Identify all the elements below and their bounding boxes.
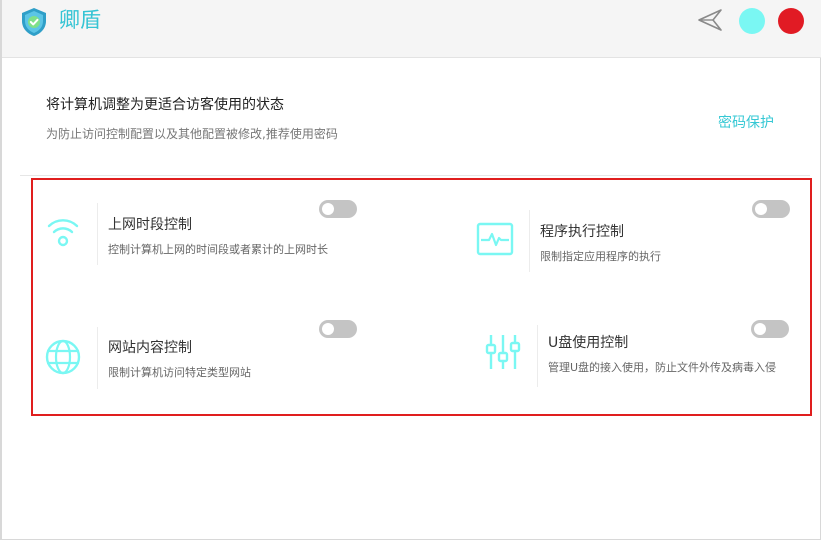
card-separator <box>537 325 538 387</box>
app-title: 卿盾 <box>59 8 101 32</box>
feature-description: 限制计算机访问特定类型网站 <box>108 366 251 379</box>
globe-icon <box>45 339 81 375</box>
wifi-icon <box>47 219 79 247</box>
usb-control-toggle[interactable] <box>751 320 789 338</box>
shield-check-icon <box>22 8 46 36</box>
toggle-knob <box>754 323 766 335</box>
divider <box>20 175 810 176</box>
feature-title: 网站内容控制 <box>108 340 192 356</box>
card-separator <box>529 210 530 272</box>
card-separator <box>97 203 98 265</box>
monitor-pulse-icon <box>476 222 514 256</box>
page-description: 为防止访问控制配置以及其他配置被修改,推荐使用密码 <box>46 127 338 141</box>
feature-description: 限制指定应用程序的执行 <box>540 250 661 263</box>
page-heading: 将计算机调整为更适合访客使用的状态 <box>46 97 284 113</box>
title-bar: 卿盾 <box>2 0 821 58</box>
toggle-knob <box>322 203 334 215</box>
program-exec-toggle[interactable] <box>752 200 790 218</box>
sliders-icon <box>485 335 521 369</box>
feature-title: 上网时段控制 <box>108 217 192 233</box>
internet-time-toggle[interactable] <box>319 200 357 218</box>
app-window: 卿盾 将计算机调整为更适合访客使用的状态 为防止访问控制配置以及其他配置被修改,… <box>0 0 821 540</box>
feature-title: 程序执行控制 <box>540 224 624 240</box>
toggle-knob <box>755 203 767 215</box>
feature-description: 管理U盘的接入使用，防止文件外传及病毒入侵 <box>548 361 777 374</box>
password-protection-link[interactable]: 密码保护 <box>718 112 774 132</box>
close-button[interactable] <box>778 8 804 34</box>
toggle-knob <box>322 323 334 335</box>
feature-title: U盘使用控制 <box>548 335 629 351</box>
website-content-toggle[interactable] <box>319 320 357 338</box>
card-separator <box>97 327 98 389</box>
minimize-button[interactable] <box>739 8 765 34</box>
feature-description: 控制计算机上网的时间段或者累计的上网时长 <box>108 243 328 256</box>
send-arrow-icon[interactable] <box>697 8 723 32</box>
